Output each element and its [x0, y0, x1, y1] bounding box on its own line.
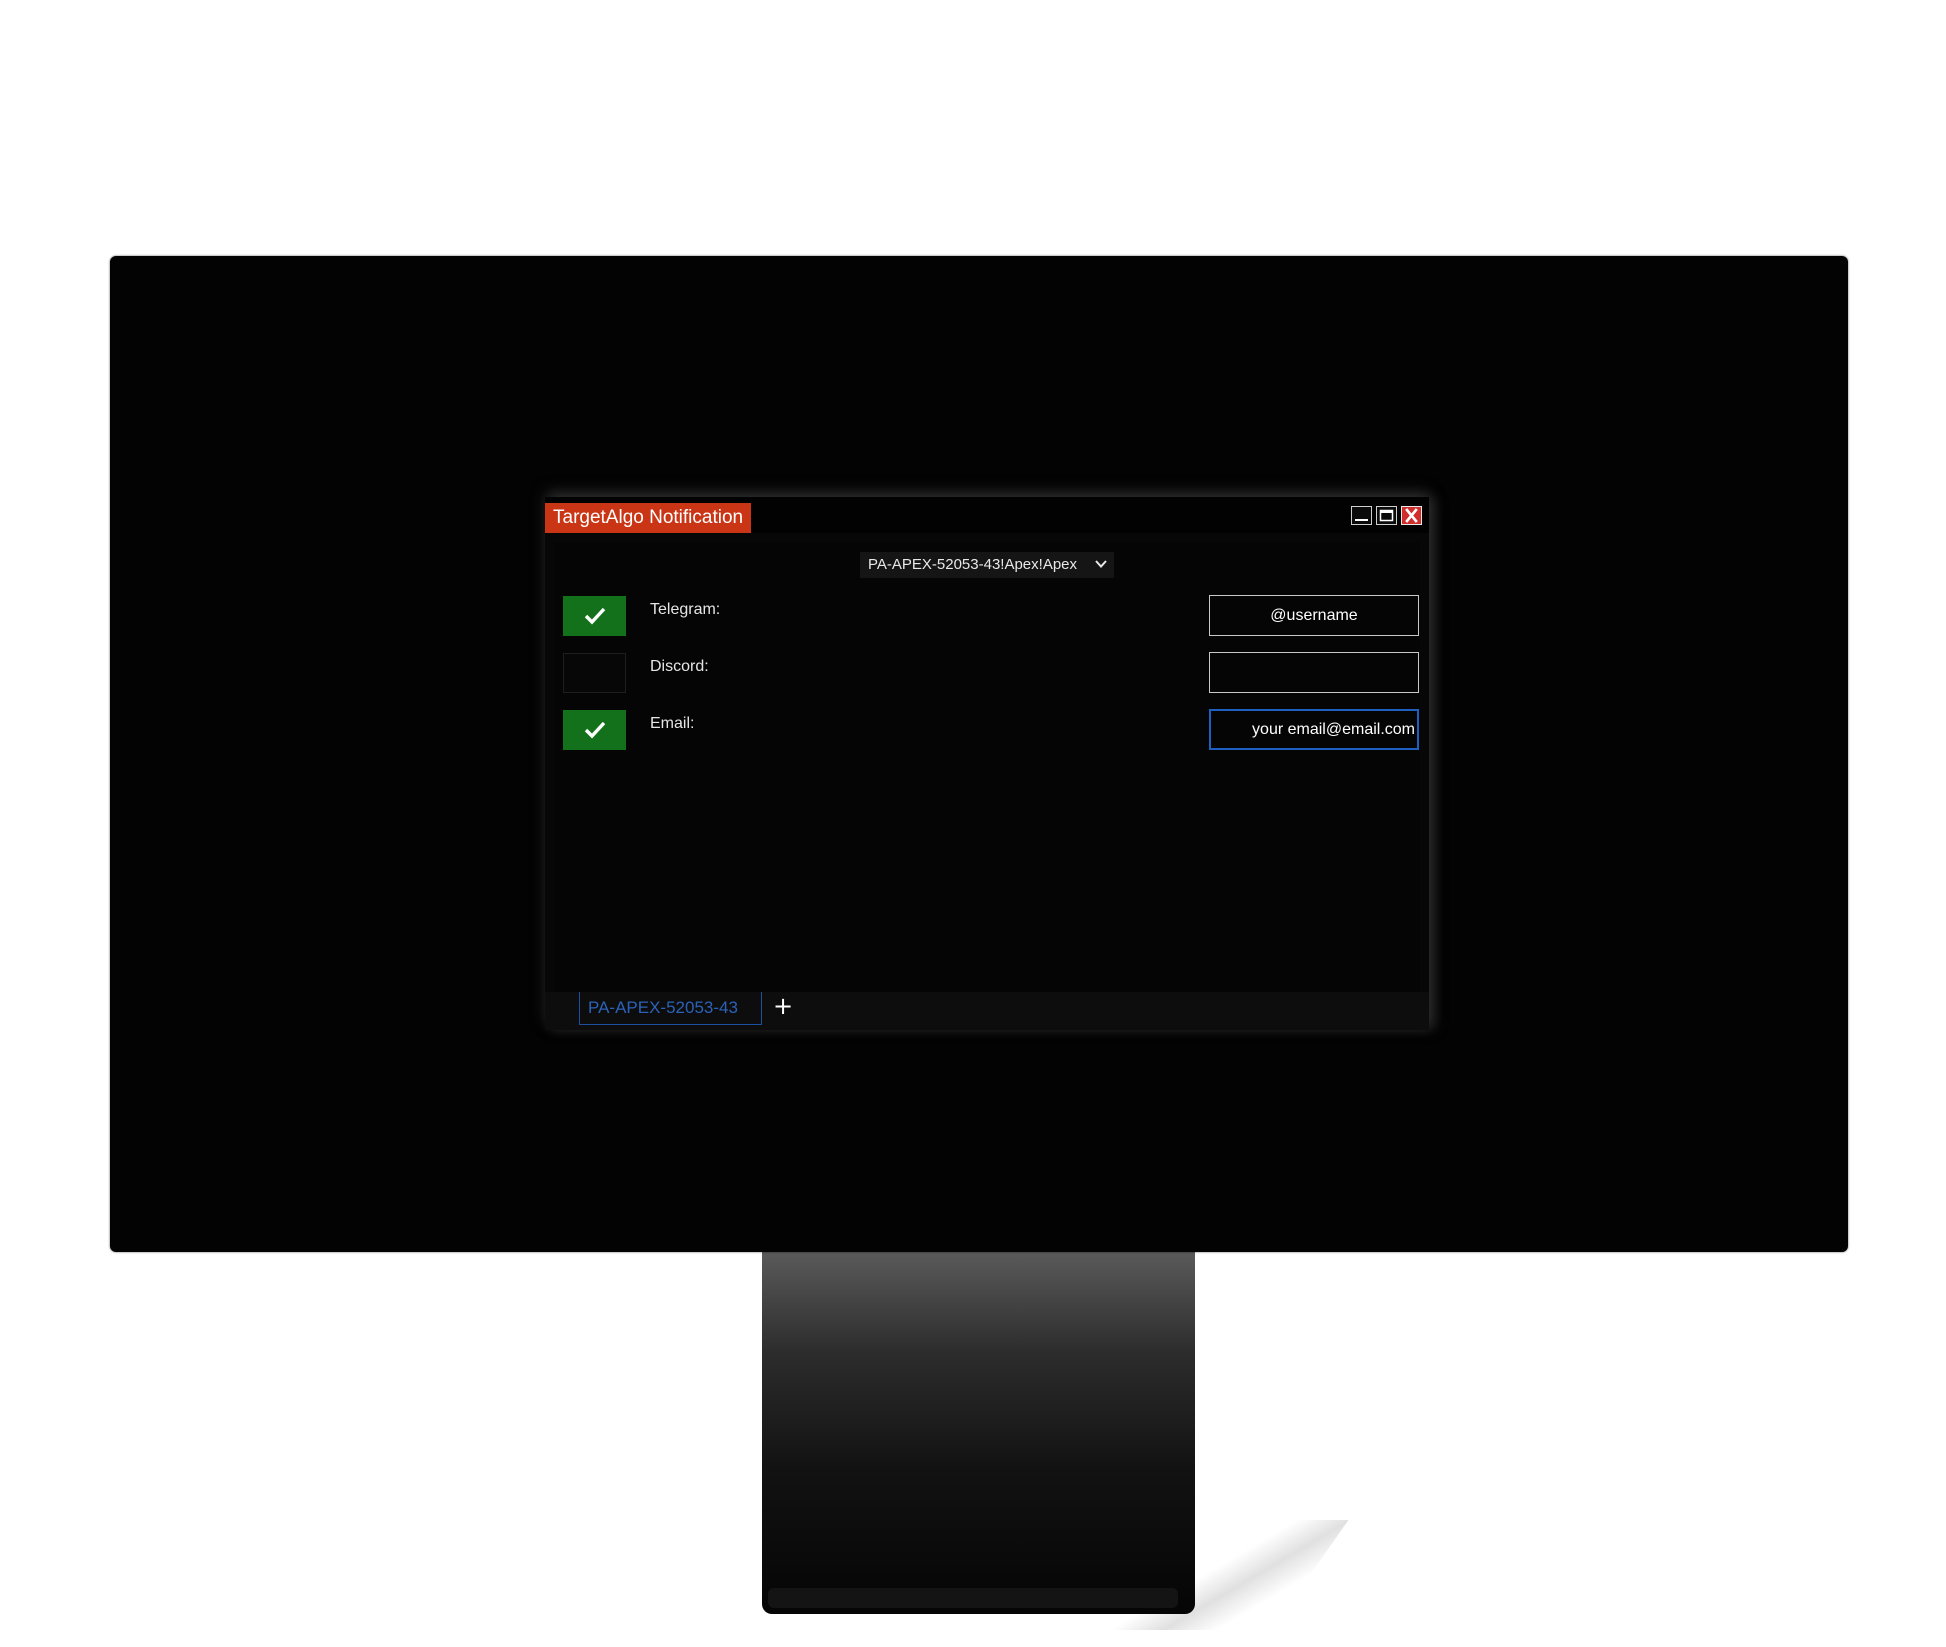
discord-input[interactable] — [1209, 652, 1419, 693]
add-tab-button[interactable]: + — [771, 994, 795, 1018]
title-bar[interactable]: TargetAlgo Notification — [545, 497, 1429, 533]
maximize-icon — [1379, 509, 1394, 522]
email-input[interactable] — [1209, 709, 1419, 750]
notification-window: TargetAlgo Notification PA-APEX-52053-43… — [545, 497, 1429, 1030]
window-title: TargetAlgo Notification — [545, 503, 752, 533]
discord-checkbox[interactable] — [563, 653, 626, 693]
maximize-button[interactable] — [1376, 506, 1397, 525]
email-label: Email: — [650, 715, 695, 732]
tab-strip: PA-APEX-52053-43 + — [545, 992, 1429, 1030]
telegram-checkbox[interactable] — [563, 596, 626, 636]
discord-label: Discord: — [650, 658, 709, 675]
close-icon — [1405, 508, 1418, 523]
checkmark-icon — [584, 721, 606, 739]
minimize-button[interactable] — [1351, 506, 1372, 525]
checkmark-icon — [584, 607, 606, 625]
minimize-icon — [1355, 519, 1368, 521]
close-button[interactable] — [1401, 506, 1422, 525]
telegram-username-input[interactable] — [1209, 595, 1419, 636]
account-dropdown[interactable]: PA-APEX-52053-43!Apex!Apex — [860, 552, 1114, 578]
tab-account[interactable]: PA-APEX-52053-43 — [579, 992, 762, 1025]
desktop-mockup: TargetAlgo Notification PA-APEX-52053-43… — [0, 0, 1946, 1647]
chevron-down-icon — [1095, 560, 1107, 568]
monitor-stand-foot — [768, 1588, 1178, 1608]
account-dropdown-value: PA-APEX-52053-43!Apex!Apex — [868, 556, 1078, 573]
email-checkbox[interactable] — [563, 710, 626, 750]
notification-panel: PA-APEX-52053-43!Apex!Apex Telegram: Dis… — [554, 542, 1420, 992]
monitor-stand — [762, 1252, 1195, 1614]
telegram-label: Telegram: — [650, 601, 721, 618]
